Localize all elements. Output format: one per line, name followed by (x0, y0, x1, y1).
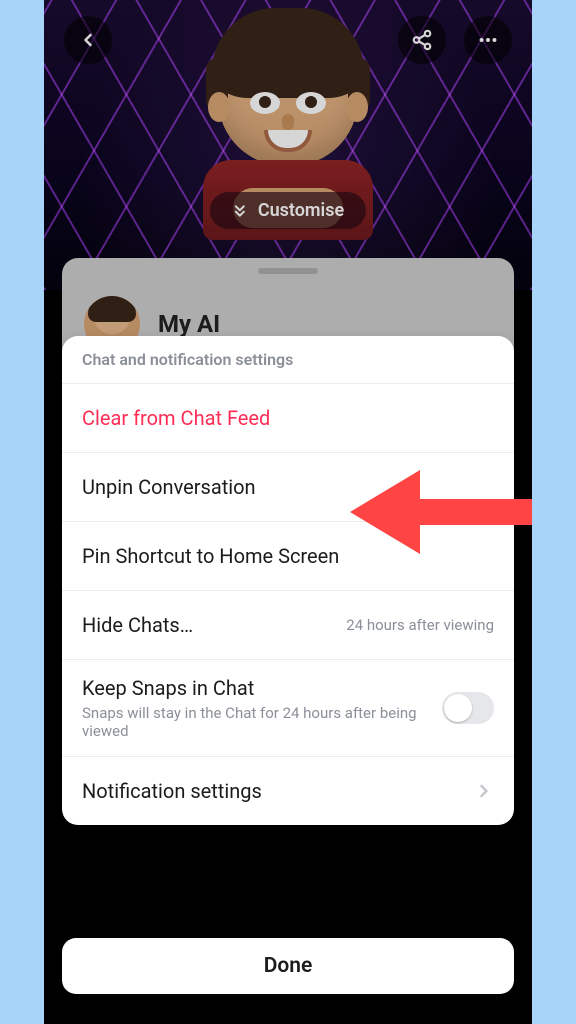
keep-snaps-toggle[interactable] (442, 692, 494, 724)
done-label: Done (264, 954, 313, 978)
hide-chats-label: Hide Chats… (82, 613, 193, 637)
clear-from-chat-feed-label: Clear from Chat Feed (82, 406, 270, 430)
keep-snaps-row[interactable]: Keep Snaps in Chat Snaps will stay in th… (62, 660, 514, 757)
sheet-title: Chat and notification settings (62, 336, 514, 384)
notification-settings-row[interactable]: Notification settings (62, 757, 514, 825)
phone-frame: Customise My AI Chat and notification se… (44, 0, 532, 1024)
clear-from-chat-feed-row[interactable]: Clear from Chat Feed (62, 384, 514, 453)
notification-settings-label: Notification settings (82, 779, 262, 803)
keep-snaps-label: Keep Snaps in Chat (82, 676, 442, 700)
hide-chats-row[interactable]: Hide Chats… 24 hours after viewing (62, 591, 514, 660)
settings-sheet: Chat and notification settings Clear fro… (62, 336, 514, 825)
unpin-conversation-label: Unpin Conversation (82, 475, 256, 499)
chevron-right-icon (474, 781, 494, 801)
keep-snaps-sub: Snaps will stay in the Chat for 24 hours… (82, 704, 442, 740)
pin-shortcut-row[interactable]: Pin Shortcut to Home Screen (62, 522, 514, 591)
hide-chats-value: 24 hours after viewing (346, 616, 494, 634)
pin-shortcut-label: Pin Shortcut to Home Screen (82, 544, 339, 568)
unpin-conversation-row[interactable]: Unpin Conversation (62, 453, 514, 522)
bottom-black-bar (44, 1010, 532, 1024)
done-button[interactable]: Done (62, 938, 514, 994)
